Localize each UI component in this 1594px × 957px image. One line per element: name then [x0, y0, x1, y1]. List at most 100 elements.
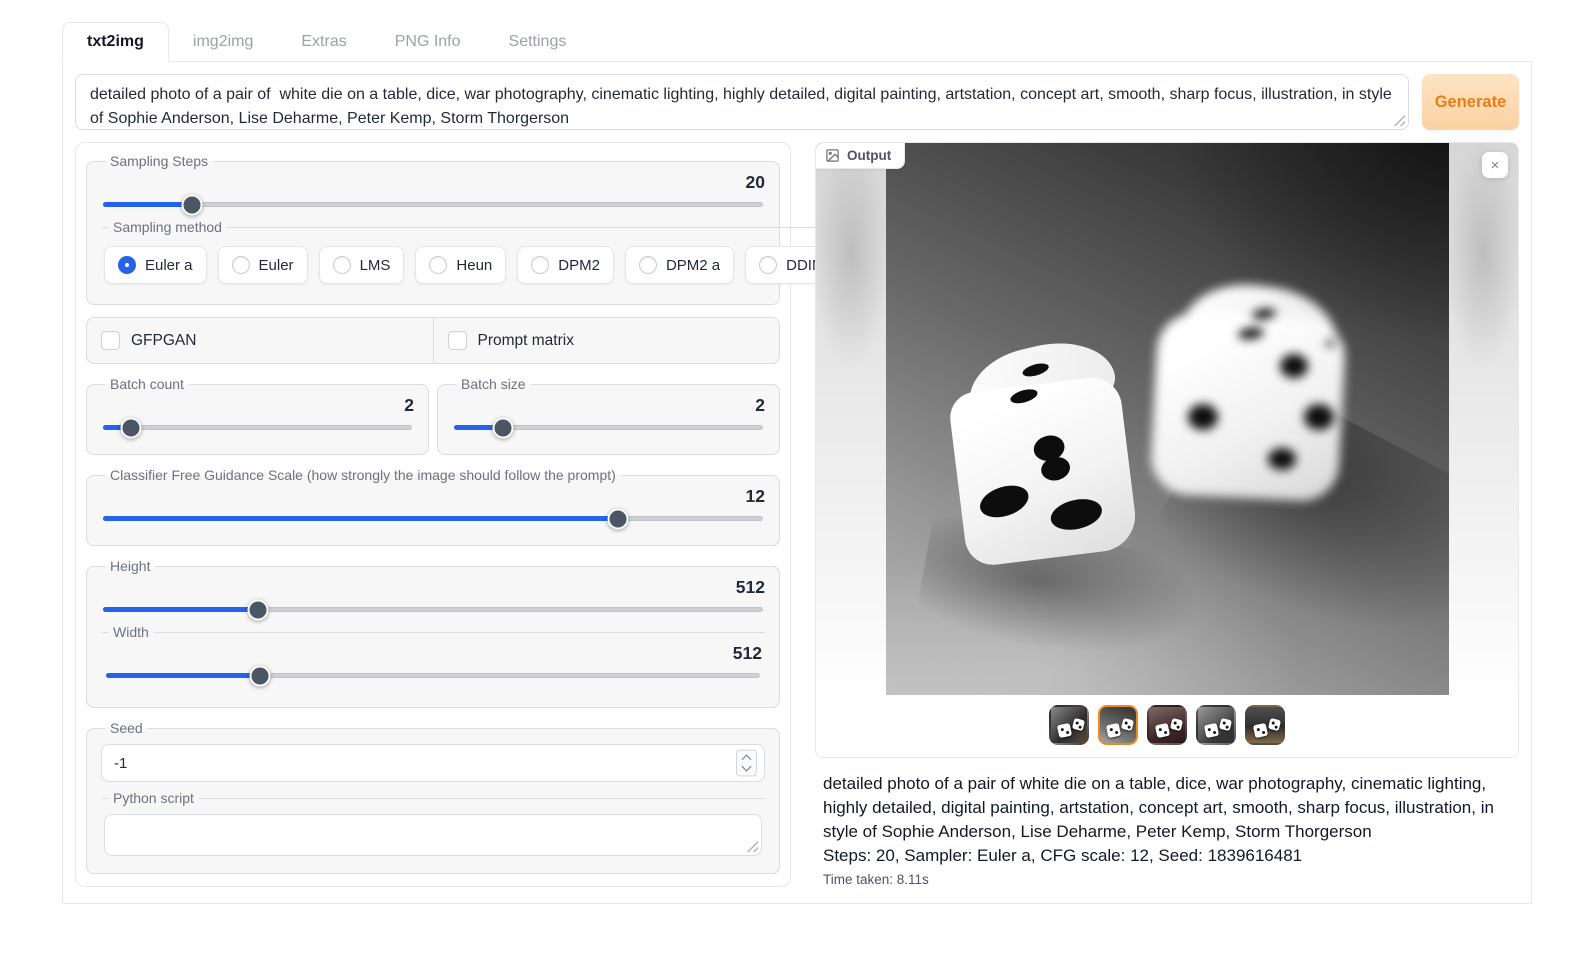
radio-heun[interactable]: Heun — [415, 246, 506, 284]
slider-handle[interactable] — [120, 417, 141, 438]
cfg-scale-value: 12 — [101, 486, 765, 507]
options-group: GFPGAN Prompt matrix — [86, 317, 780, 364]
settings-column: Sampling Steps 20 Sampling method Euler … — [75, 142, 791, 887]
radio-euler-a[interactable]: Euler a — [104, 246, 207, 284]
app-body: detailed photo of a pair of white die on… — [62, 62, 1532, 904]
seed-group: Seed Python script — [86, 720, 780, 874]
generate-button[interactable]: Generate — [1422, 74, 1519, 130]
caption-time-taken: Time taken: 8.11s — [823, 872, 1511, 887]
batch-count-slider[interactable] — [103, 425, 412, 430]
generated-image[interactable] — [886, 143, 1449, 695]
gallery-thumbnail-3[interactable] — [1147, 705, 1187, 745]
generation-info: detailed photo of a pair of white die on… — [815, 772, 1519, 887]
radio-label: Euler — [259, 257, 294, 274]
width-value: 512 — [104, 643, 762, 664]
close-icon: × — [1491, 157, 1500, 174]
batch-count-value: 2 — [101, 395, 414, 416]
radio-label: LMS — [360, 257, 391, 274]
caption-params: Steps: 20, Sampler: Euler a, CFG scale: … — [823, 844, 1511, 868]
stage-left-backdrop — [816, 143, 886, 695]
python-script-input[interactable] — [104, 814, 762, 856]
batch-size-label: Batch size — [456, 376, 531, 392]
radio-icon — [232, 256, 250, 274]
radio-label: Heun — [456, 257, 492, 274]
height-label: Height — [105, 558, 155, 574]
slider-fill — [106, 673, 260, 678]
die-left — [948, 340, 1141, 567]
app-window: txt2img img2img Extras PNG Info Settings… — [62, 22, 1532, 904]
slider-fill — [103, 516, 618, 521]
close-button[interactable]: × — [1482, 152, 1508, 178]
prompt-matrix-option[interactable]: Prompt matrix — [433, 318, 780, 363]
radio-icon — [333, 256, 351, 274]
output-panel-label: Output — [816, 143, 905, 169]
width-slider[interactable] — [106, 673, 760, 678]
prompt-row: detailed photo of a pair of white die on… — [75, 74, 1519, 130]
seed-input[interactable] — [101, 744, 765, 782]
tab-settings[interactable]: Settings — [485, 23, 591, 61]
output-label-text: Output — [847, 148, 891, 163]
tab-img2img[interactable]: img2img — [169, 23, 277, 61]
tab-txt2img[interactable]: txt2img — [62, 22, 169, 62]
gallery-thumbnail-4[interactable] — [1196, 705, 1236, 745]
radio-dpm2-a[interactable]: DPM2 a — [625, 246, 734, 284]
radio-icon — [429, 256, 447, 274]
python-script-label: Python script — [108, 790, 199, 806]
radio-euler[interactable]: Euler — [218, 246, 308, 284]
radio-icon — [759, 256, 777, 274]
cfg-scale-group: Classifier Free Guidance Scale (how stro… — [86, 467, 780, 546]
gfpgan-label: GFPGAN — [131, 332, 196, 350]
gallery-thumbnails — [816, 705, 1518, 745]
prompt-matrix-checkbox[interactable] — [448, 331, 467, 350]
tab-extras[interactable]: Extras — [277, 23, 370, 61]
gallery-thumbnail-5[interactable] — [1245, 705, 1285, 745]
batch-size-group: Batch size 2 — [437, 376, 780, 455]
tab-bar: txt2img img2img Extras PNG Info Settings — [62, 22, 1532, 62]
gallery-thumbnail-1[interactable] — [1049, 705, 1089, 745]
prompt-input[interactable]: detailed photo of a pair of white die on… — [75, 74, 1409, 130]
gallery-thumbnail-2[interactable] — [1098, 705, 1138, 745]
gfpgan-checkbox[interactable] — [101, 331, 120, 350]
sampling-steps-label: Sampling Steps — [105, 153, 213, 169]
batch-count-label: Batch count — [105, 376, 189, 392]
batch-size-value: 2 — [452, 395, 765, 416]
slider-handle[interactable] — [249, 665, 270, 686]
caption-prompt: detailed photo of a pair of white die on… — [823, 772, 1511, 844]
radio-lms[interactable]: LMS — [319, 246, 405, 284]
radio-label: Euler a — [145, 257, 193, 274]
chevron-down-icon[interactable] — [742, 762, 752, 772]
python-script-group: Python script — [101, 790, 765, 861]
seed-label: Seed — [105, 720, 148, 736]
slider-handle[interactable] — [248, 599, 269, 620]
slider-handle[interactable] — [493, 417, 514, 438]
radio-label: DPM2 a — [666, 257, 720, 274]
die-right — [1154, 286, 1344, 501]
radio-label: DPM2 — [558, 257, 600, 274]
batch-size-slider[interactable] — [454, 425, 763, 430]
batch-row: Batch count 2 Batch size 2 — [86, 376, 780, 455]
gfpgan-option[interactable]: GFPGAN — [87, 318, 433, 363]
slider-fill — [103, 607, 258, 612]
height-slider[interactable] — [103, 607, 763, 612]
slider-handle[interactable] — [182, 194, 203, 215]
sampling-method-label: Sampling method — [108, 219, 227, 235]
radio-dpm2[interactable]: DPM2 — [517, 246, 614, 284]
dimensions-group: Height 512 Width 512 — [86, 558, 780, 708]
cfg-scale-slider[interactable] — [103, 516, 763, 521]
sampling-steps-slider[interactable] — [103, 202, 763, 207]
output-column: Output × — [815, 142, 1519, 887]
sampling-steps-group: Sampling Steps 20 Sampling method Euler … — [86, 153, 780, 305]
slider-handle[interactable] — [607, 508, 628, 529]
image-stage — [816, 143, 1518, 695]
seed-stepper[interactable] — [736, 750, 757, 777]
radio-icon — [639, 256, 657, 274]
width-group: Width 512 — [101, 624, 765, 695]
prompt-matrix-label: Prompt matrix — [478, 332, 574, 350]
cfg-scale-label: Classifier Free Guidance Scale (how stro… — [105, 467, 621, 483]
tab-png-info[interactable]: PNG Info — [371, 23, 485, 61]
radio-icon — [118, 256, 136, 274]
radio-icon — [531, 256, 549, 274]
sampling-steps-value: 20 — [101, 172, 765, 193]
width-label: Width — [108, 624, 154, 640]
stage-right-backdrop — [1449, 143, 1519, 695]
